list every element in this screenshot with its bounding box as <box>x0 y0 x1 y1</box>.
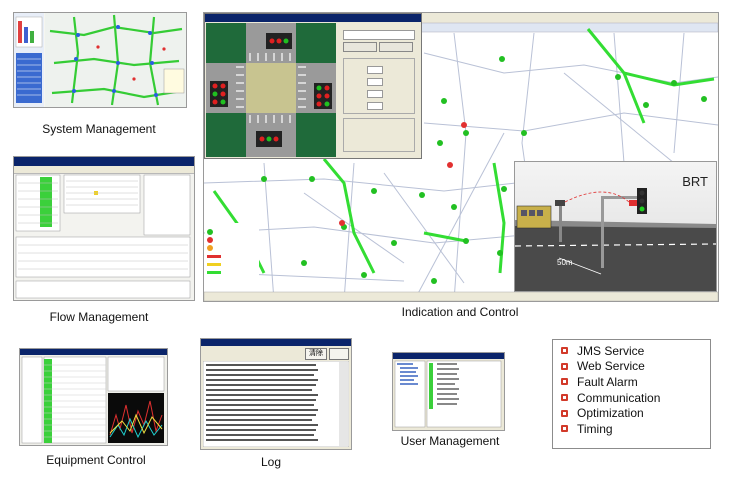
feature-label: JMS Service <box>577 343 645 358</box>
brt-label: BRT <box>682 174 708 189</box>
feature-item: Optimization <box>561 405 710 421</box>
log-title-bar <box>201 339 351 346</box>
feature-item: Communication <box>561 390 710 406</box>
user-management-caption: User Management <box>400 434 500 448</box>
user-management-thumbnail[interactable] <box>392 352 505 431</box>
flow-management-thumbnail[interactable] <box>13 156 195 301</box>
system-management-thumbnail[interactable] <box>13 12 187 108</box>
log-entries <box>203 361 349 447</box>
map-legend <box>205 223 259 289</box>
brt-distance-label: 50m <box>557 258 573 267</box>
user-management-tree <box>394 360 502 428</box>
equipment-control-grid <box>21 356 165 444</box>
intersection-dialog-title <box>205 14 421 22</box>
indication-control-caption: Indication and Control <box>401 305 519 319</box>
system-management-map <box>14 13 186 107</box>
red-bullet-icon <box>561 425 568 433</box>
equipment-control-caption: Equipment Control <box>46 453 146 467</box>
feature-label: Web Service <box>577 359 645 374</box>
log-tab[interactable] <box>329 348 349 360</box>
feature-item: Timing <box>561 421 710 437</box>
system-management-caption: System Management <box>42 122 156 136</box>
log-thumbnail[interactable]: 清除 <box>200 338 352 450</box>
intersection-controls[interactable] <box>339 26 417 154</box>
feature-label: Fault Alarm <box>577 374 638 389</box>
indication-control-screenshot[interactable]: BRT 50m <box>203 12 719 302</box>
feature-label: Communication <box>577 390 661 405</box>
red-bullet-icon <box>561 394 568 402</box>
intersection-diagram <box>206 23 336 157</box>
feature-item: Web Service <box>561 359 710 375</box>
flow-management-grid <box>15 174 191 299</box>
log-clear-button[interactable]: 清除 <box>305 348 327 360</box>
feature-item: JMS Service <box>561 343 710 359</box>
feature-label: Timing <box>577 421 613 436</box>
intersection-dialog[interactable] <box>204 13 422 159</box>
feature-item: Fault Alarm <box>561 374 710 390</box>
log-caption: Log <box>260 455 282 469</box>
features-box: JMS Service Web Service Fault Alarm Comm… <box>552 339 711 449</box>
red-bullet-icon <box>561 409 568 417</box>
brt-inset: BRT 50m <box>514 161 717 292</box>
red-bullet-icon <box>561 378 568 386</box>
feature-label: Optimization <box>577 406 644 421</box>
flow-title-bar <box>14 157 194 166</box>
equipment-control-thumbnail[interactable] <box>19 348 168 446</box>
flow-management-caption: Flow Management <box>49 310 149 324</box>
red-bullet-icon <box>561 347 568 355</box>
red-bullet-icon <box>561 362 568 370</box>
features-list: JMS Service Web Service Fault Alarm Comm… <box>553 340 710 437</box>
